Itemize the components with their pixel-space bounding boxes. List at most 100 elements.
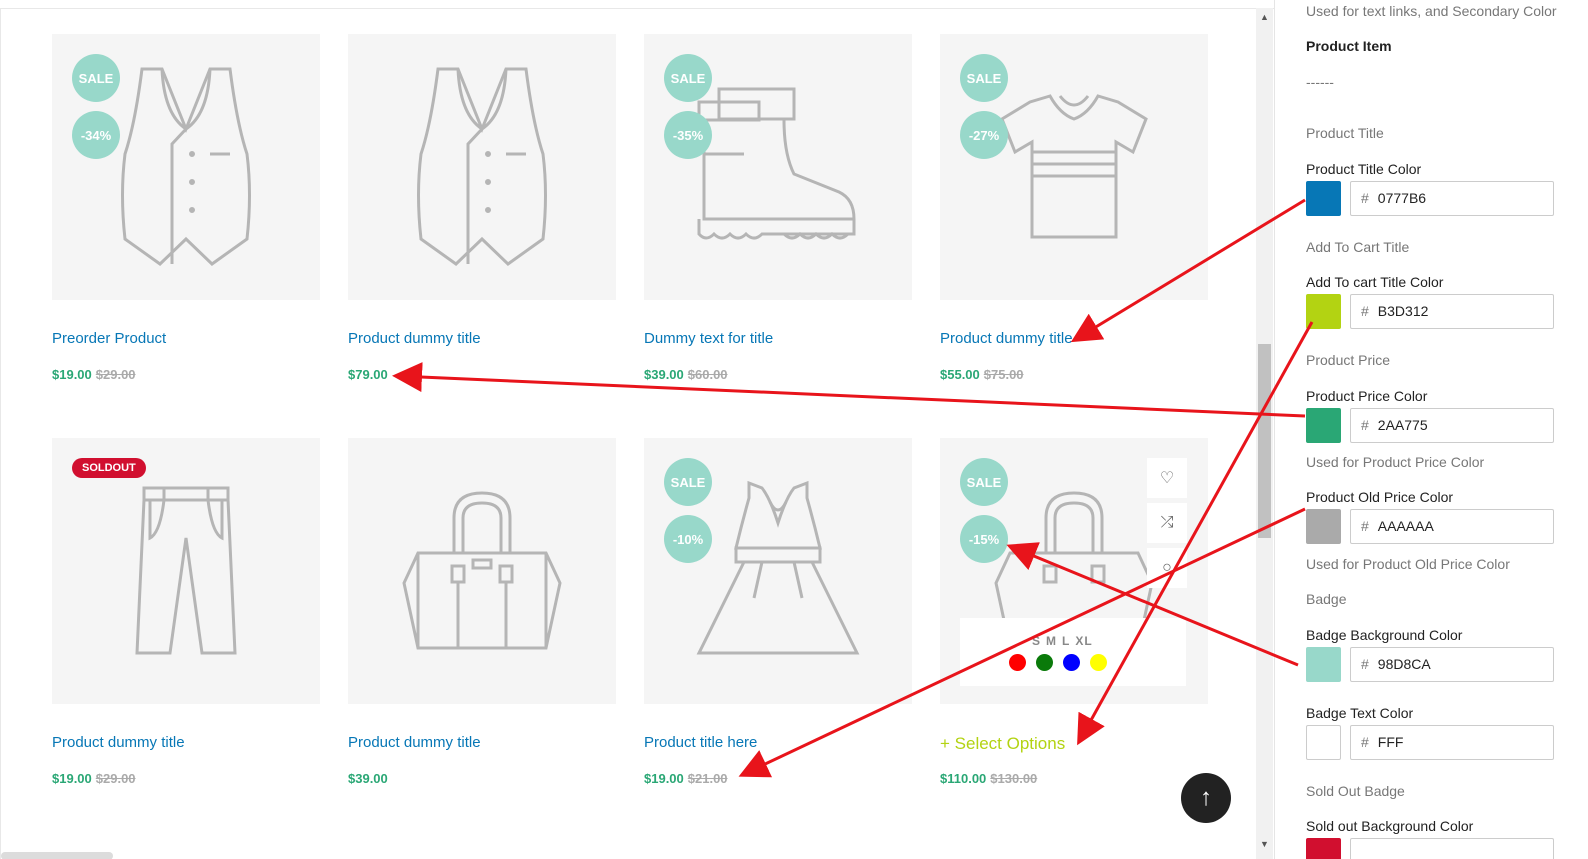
product-title[interactable]: Product dummy title bbox=[348, 734, 481, 751]
product-old-price: $130.00 bbox=[990, 771, 1038, 786]
sale-badge: SALE bbox=[960, 458, 1008, 506]
color-hex-input[interactable]: # AAAAAA bbox=[1350, 509, 1554, 544]
old-price-color-field: # AAAAAA bbox=[1306, 509, 1554, 544]
product-image[interactable]: SOLDOUT bbox=[52, 438, 320, 704]
product-prices: $79.00 bbox=[348, 367, 388, 382]
quick-actions: ♡ ⤮ ○ bbox=[1147, 458, 1187, 593]
section-heading: Product Item bbox=[1306, 38, 1392, 54]
color-hex-input[interactable] bbox=[1350, 838, 1554, 859]
color-swatch-green[interactable] bbox=[1036, 654, 1053, 671]
discount-badge: -10% bbox=[664, 515, 712, 563]
product-old-price: $21.00 bbox=[687, 771, 728, 786]
color-swatch-button[interactable] bbox=[1306, 838, 1341, 859]
vertical-scrollbar[interactable]: ▲ ▼ bbox=[1256, 8, 1273, 859]
color-hex-input[interactable]: #0777B6 bbox=[1350, 181, 1554, 216]
field-help: Used for Product Price Color bbox=[1306, 454, 1485, 470]
field-label: Add To cart Title Color bbox=[1306, 274, 1444, 290]
vest-icon bbox=[417, 67, 547, 266]
arrow-up-icon: ↑ bbox=[1200, 784, 1212, 811]
color-swatches bbox=[1009, 654, 1144, 671]
product-price: $39.00 bbox=[644, 367, 684, 382]
color-swatch-red[interactable] bbox=[1009, 654, 1026, 671]
variant-selector: S M L XL bbox=[960, 618, 1186, 686]
color-swatch-button[interactable] bbox=[1306, 509, 1341, 544]
color-hex-input[interactable]: #2AA775 bbox=[1350, 408, 1554, 443]
product-image[interactable] bbox=[348, 34, 616, 300]
select-options-button[interactable]: + Select Options bbox=[940, 734, 1065, 754]
color-swatch-yellow[interactable] bbox=[1090, 654, 1107, 671]
color-swatch-white[interactable] bbox=[1117, 654, 1134, 671]
badge-bg-color-field: #98D8CA bbox=[1306, 647, 1554, 682]
product-prices: $39.00 bbox=[348, 771, 388, 786]
add-to-cart-color-field: # B3D312 bbox=[1306, 294, 1554, 329]
product-title[interactable]: Product dummy title bbox=[348, 330, 481, 347]
group-label: Sold Out Badge bbox=[1306, 783, 1405, 799]
product-title[interactable]: Product dummy title bbox=[940, 330, 1073, 347]
discount-badge: -15% bbox=[960, 515, 1008, 563]
product-image[interactable]: SALE -35% bbox=[644, 34, 912, 300]
color-hex-input[interactable]: #98D8CA bbox=[1350, 647, 1554, 682]
color-swatch-button[interactable] bbox=[1306, 647, 1341, 682]
field-help: Used for Product Old Price Color bbox=[1306, 556, 1510, 572]
product-title[interactable]: Product dummy title bbox=[52, 734, 185, 751]
size-option[interactable]: M bbox=[1046, 634, 1057, 648]
product-image[interactable]: SALE -10% bbox=[644, 438, 912, 704]
product-image[interactable]: SALE -15% ♡ ⤮ ○ S M L XL bbox=[940, 438, 1208, 704]
product-image[interactable]: SALE -34% bbox=[52, 34, 320, 300]
product-prices: $19.00 $21.00 bbox=[644, 771, 728, 786]
color-swatch-blue[interactable] bbox=[1063, 654, 1080, 671]
field-label: Badge Text Color bbox=[1306, 705, 1414, 721]
search-icon: ○ bbox=[1162, 559, 1172, 576]
product-title[interactable]: Dummy text for title bbox=[644, 330, 773, 347]
product-price: $110.00 bbox=[940, 771, 987, 786]
color-swatch-button[interactable] bbox=[1306, 408, 1341, 443]
product-image[interactable]: SALE -27% bbox=[940, 34, 1208, 300]
field-label: Product Title Color bbox=[1306, 161, 1422, 177]
product-preview-pane: SALE -34% Preorder Product $19.00 $29.00 … bbox=[0, 8, 1274, 859]
sale-badge: SALE bbox=[72, 54, 120, 102]
scroll-down-icon[interactable]: ▼ bbox=[1256, 839, 1273, 849]
product-prices: $39.00 $60.00 bbox=[644, 367, 728, 382]
sale-badge: SALE bbox=[960, 54, 1008, 102]
product-title[interactable]: Preorder Product bbox=[52, 330, 166, 347]
size-options: S M L XL bbox=[1032, 634, 1098, 648]
size-option[interactable]: L bbox=[1062, 634, 1070, 648]
sale-badge: SALE bbox=[664, 458, 712, 506]
quickview-button[interactable]: ○ bbox=[1147, 548, 1187, 588]
product-price: $19.00 bbox=[52, 771, 92, 786]
compare-button[interactable]: ⤮ bbox=[1147, 503, 1187, 543]
scroll-up-icon[interactable]: ▲ bbox=[1256, 12, 1273, 22]
group-label: Product Title bbox=[1306, 125, 1384, 141]
sale-badge: SALE bbox=[664, 54, 712, 102]
product-price-color-field: #2AA775 bbox=[1306, 408, 1554, 443]
color-swatch-button[interactable] bbox=[1306, 181, 1341, 216]
product-prices: $110.00 $130.00 bbox=[940, 771, 1037, 786]
size-option[interactable]: XL bbox=[1075, 634, 1092, 648]
size-option[interactable]: S bbox=[1032, 634, 1041, 648]
handbag-icon bbox=[402, 491, 562, 650]
field-label: Product Old Price Color bbox=[1306, 489, 1454, 505]
separator: ------ bbox=[1306, 74, 1334, 90]
product-price: $55.00 bbox=[940, 367, 980, 382]
horizontal-scrollbar[interactable] bbox=[1, 852, 113, 859]
field-label: Sold out Background Color bbox=[1306, 818, 1474, 834]
color-hex-input[interactable]: # FFF bbox=[1350, 725, 1554, 760]
product-title-color-field: #0777B6 bbox=[1306, 181, 1554, 216]
product-old-price: $29.00 bbox=[95, 367, 136, 382]
group-label: Product Price bbox=[1306, 352, 1391, 368]
screen: SALE -34% Preorder Product $19.00 $29.00 … bbox=[0, 0, 1588, 859]
product-prices: $55.00 $75.00 bbox=[940, 367, 1024, 382]
group-label: Badge bbox=[1306, 591, 1347, 607]
discount-badge: -35% bbox=[664, 111, 712, 159]
product-old-price: $60.00 bbox=[687, 367, 728, 382]
shuffle-icon: ⤮ bbox=[1160, 514, 1174, 531]
wishlist-button[interactable]: ♡ bbox=[1147, 458, 1187, 498]
discount-badge: -27% bbox=[960, 111, 1008, 159]
product-image[interactable] bbox=[348, 438, 616, 704]
color-swatch-button[interactable] bbox=[1306, 294, 1341, 329]
scroll-thumb[interactable] bbox=[1258, 344, 1271, 538]
back-to-top-button[interactable]: ↑ bbox=[1181, 773, 1231, 823]
color-swatch-button[interactable] bbox=[1306, 725, 1341, 760]
product-title[interactable]: Product title here bbox=[644, 734, 757, 751]
color-hex-input[interactable]: # B3D312 bbox=[1350, 294, 1554, 329]
